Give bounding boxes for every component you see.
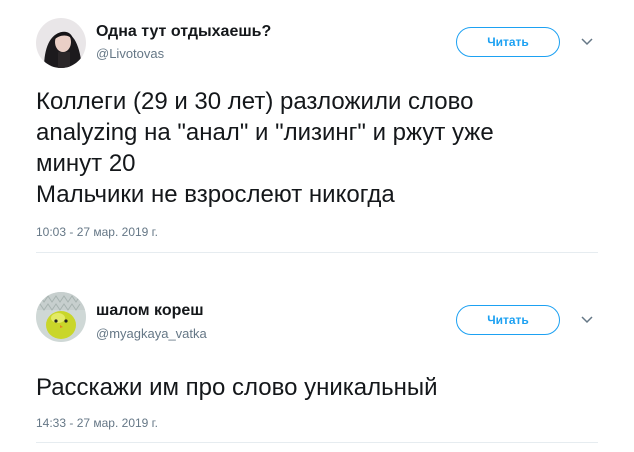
tweet-timestamp[interactable]: 14:33 - 27 мар. 2019 г. [36,416,158,430]
tweet-text: Расскажи им про слово уникальный [36,374,438,401]
tweet-text: Коллеги (29 и 30 лет) разложили слово an… [36,88,494,208]
avatar[interactable] [36,292,86,342]
author-name[interactable]: Одна тут отдыхаешь? [96,23,271,41]
chevron-down-icon[interactable] [578,311,596,329]
author-handle[interactable]: @Livotovas [96,46,164,61]
author-handle[interactable]: @myagkaya_vatka [96,326,207,341]
tweet-card: шалом кореш @myagkaya_vatka Читать Расск… [0,262,634,452]
follow-button[interactable]: Читать [456,305,560,335]
divider [36,252,598,253]
divider [36,442,598,443]
follow-button[interactable]: Читать [456,27,560,57]
author-name[interactable]: шалом кореш [96,302,204,320]
avatar[interactable] [36,18,86,68]
tweet-card: Одна тут отдыхаешь? @Livotovas Читать Ко… [0,0,634,262]
tweet-timestamp[interactable]: 10:03 - 27 мар. 2019 г. [36,225,158,239]
chevron-down-icon[interactable] [578,33,596,51]
avatar-photo [36,18,86,68]
avatar-photo [36,292,86,342]
